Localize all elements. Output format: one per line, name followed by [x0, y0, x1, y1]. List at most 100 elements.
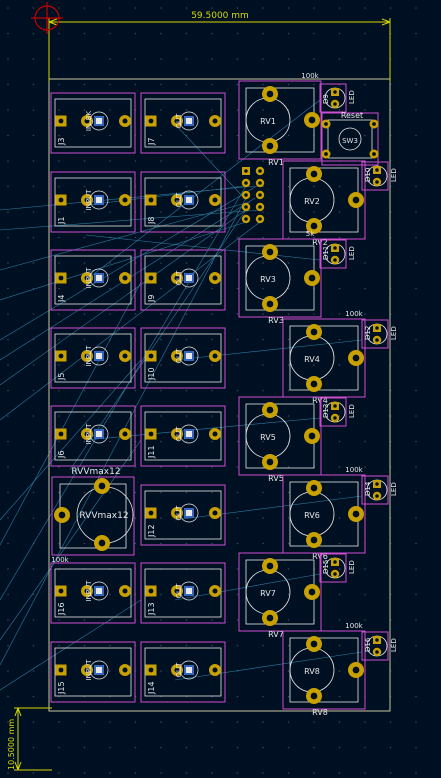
- grid-dot: [160, 83, 162, 86]
- jack-ref-label: J11: [147, 445, 156, 459]
- grid-dot: [287, 185, 290, 188]
- big-pot-value-below: 100k: [51, 556, 69, 564]
- grid-dot: [262, 772, 264, 774]
- pad-hole: [372, 122, 376, 126]
- grid-dot: [338, 772, 341, 774]
- grid-dot: [109, 440, 111, 443]
- grid-dot: [364, 466, 366, 468]
- grid-dot: [32, 440, 35, 443]
- grid-dot: [364, 619, 366, 621]
- grid-dot: [32, 185, 35, 188]
- grid-dot: [415, 695, 417, 698]
- grid-dot: [109, 7, 111, 9]
- grid-dot: [262, 517, 264, 519]
- grid-dot: [7, 134, 9, 137]
- grid-dot: [32, 491, 35, 494]
- grid-dot: [262, 262, 264, 264]
- led-ref-label: D11: [322, 246, 330, 260]
- pad-hole: [324, 152, 328, 156]
- grid-dot: [287, 389, 290, 392]
- grid-dot: [415, 593, 417, 596]
- grid-dot: [109, 134, 111, 137]
- jack-value-label: OUT: [175, 270, 183, 286]
- grid-dot: [338, 746, 341, 749]
- grid-dot: [262, 109, 264, 111]
- grid-dot: [58, 338, 60, 341]
- pad-hole: [212, 197, 218, 203]
- grid-dot: [109, 185, 111, 188]
- grid-dot: [211, 415, 213, 417]
- grid-dot: [109, 644, 111, 647]
- grid-dot: [185, 185, 188, 188]
- grid-dot: [32, 364, 35, 366]
- pad-hole: [375, 326, 379, 330]
- grid-dot: [415, 134, 417, 137]
- component-highlight: [96, 275, 102, 281]
- grid-dot: [313, 364, 315, 366]
- grid-dot: [287, 236, 290, 239]
- grid-dot: [262, 746, 264, 749]
- grid-dot: [313, 83, 315, 86]
- grid-dot: [415, 415, 417, 417]
- grid-dot: [338, 211, 341, 213]
- pad-hole: [258, 169, 262, 173]
- grid-dot: [211, 644, 213, 647]
- grid-dot: [160, 364, 162, 366]
- pad-hole: [258, 193, 262, 197]
- grid-dot: [58, 160, 60, 162]
- grid-dot: [7, 415, 9, 417]
- grid-dot: [287, 83, 290, 86]
- grid-dot: [7, 619, 9, 621]
- big-pot-value-label: RVVmax12: [79, 511, 128, 521]
- grid-dot: [262, 670, 264, 672]
- grid-dot: [109, 287, 111, 290]
- jack-value-label: INPUT: [85, 423, 93, 445]
- grid-dot: [236, 721, 239, 723]
- component-highlight: [96, 588, 102, 594]
- grid-dot: [7, 695, 9, 698]
- grid-dot: [185, 32, 188, 35]
- pad-hole: [266, 248, 274, 256]
- grid-dot: [58, 262, 60, 264]
- grid-dot: [7, 58, 9, 60]
- grid-dot: [364, 287, 366, 290]
- grid-dot: [134, 83, 137, 86]
- grid-dot: [134, 7, 137, 9]
- pcb-canvas[interactable]: 59.5000 mm 10.5000 mm J3 IN_BK J1 INPUT J4 IN…: [0, 0, 441, 778]
- pad-hole: [266, 142, 274, 150]
- component-highlight: [96, 118, 102, 124]
- grid-dot: [185, 415, 188, 417]
- grid-dot: [236, 32, 239, 35]
- grid-dot: [185, 338, 188, 341]
- grid-dot: [7, 772, 9, 774]
- pad-hole: [310, 640, 318, 648]
- component-highlight: [96, 353, 102, 359]
- grid-dot: [313, 313, 315, 315]
- pad-hole: [266, 90, 274, 98]
- pad-hole: [333, 404, 337, 408]
- pot-ref-label: RV1: [268, 158, 284, 167]
- pad-hole: [333, 560, 337, 564]
- grid-dot: [364, 313, 366, 315]
- grid-dot: [160, 32, 162, 35]
- grid-dot: [160, 389, 162, 392]
- grid-dot: [58, 440, 60, 443]
- grid-dot: [7, 287, 9, 290]
- grid-dot: [83, 542, 86, 545]
- grid-dot: [415, 185, 417, 188]
- grid-dot: [83, 772, 86, 774]
- grid-dot: [236, 619, 239, 621]
- grid-dot: [160, 211, 162, 213]
- pot-value-label: RV6: [304, 511, 320, 520]
- pad-hole: [122, 197, 128, 203]
- grid-dot: [32, 670, 35, 672]
- grid-dot: [160, 670, 162, 672]
- pad-hole: [212, 667, 218, 673]
- grid-dot: [287, 644, 290, 647]
- grid-dot: [185, 7, 188, 9]
- grid-dot: [415, 568, 417, 570]
- big-pot-ref-label: RVVmax12: [71, 467, 120, 477]
- grid-dot: [185, 58, 188, 60]
- pot-rating-label: 100k: [345, 310, 363, 318]
- grid-dot: [109, 313, 111, 315]
